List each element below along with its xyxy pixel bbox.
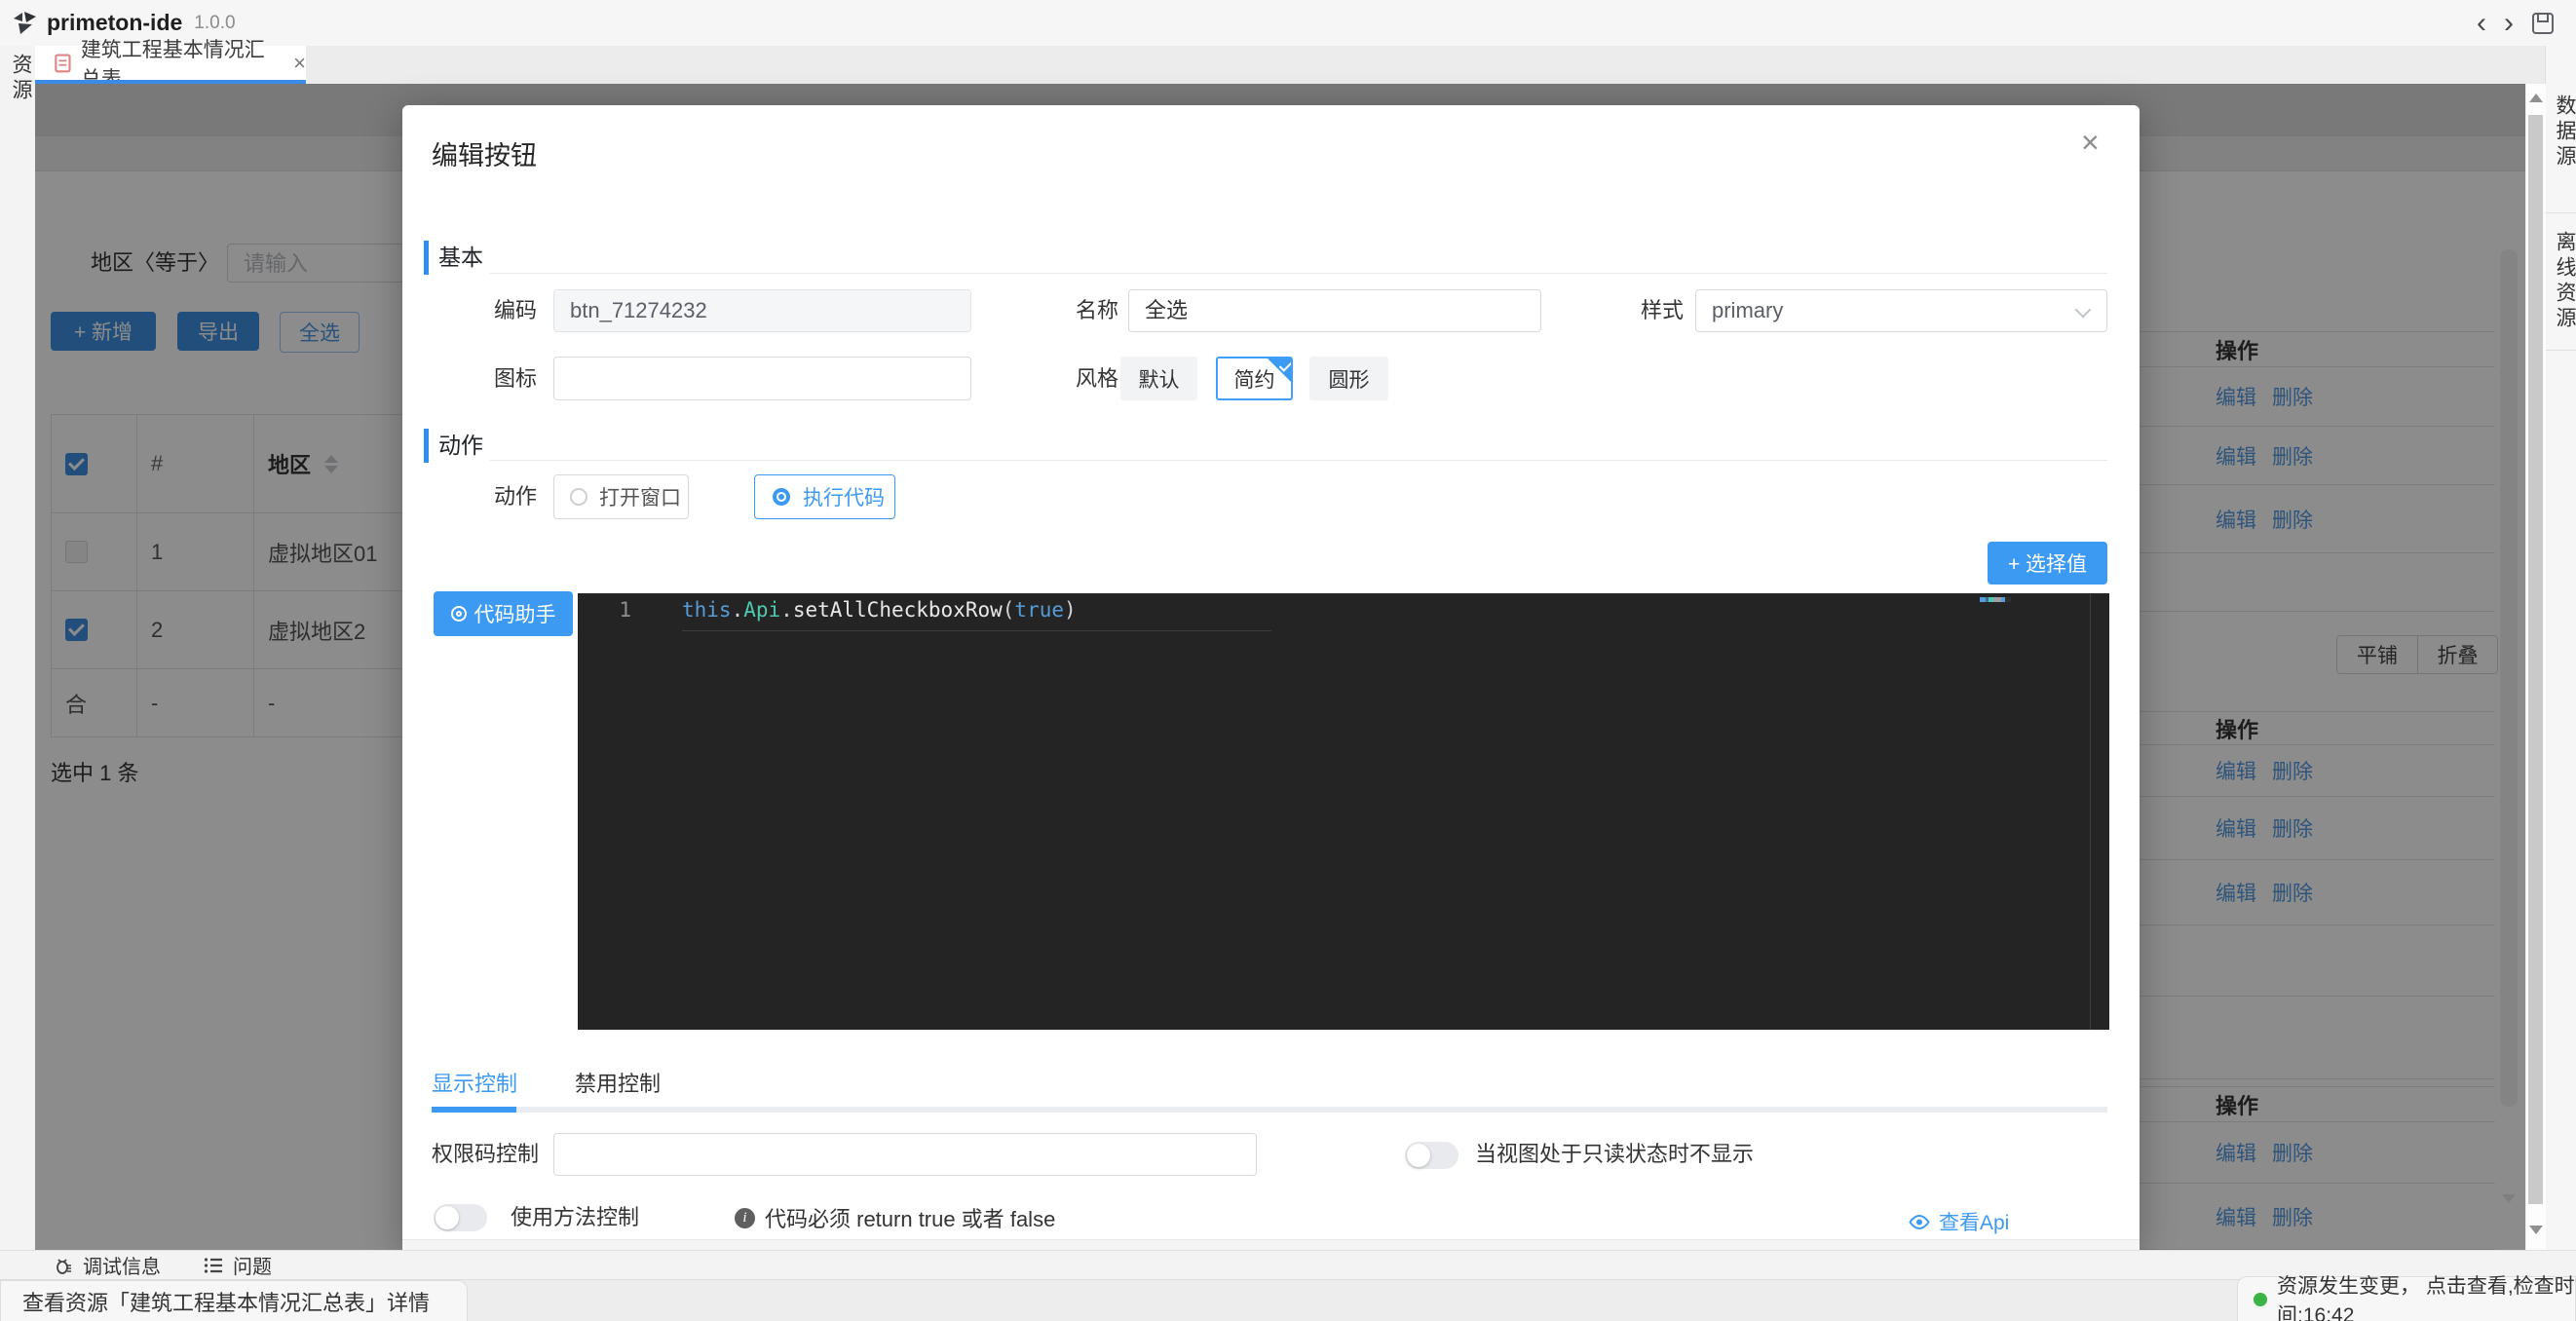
section-action: 动作: [438, 429, 483, 463]
modal-close-icon[interactable]: ×: [2081, 127, 2100, 158]
right-rail-offline-resources[interactable]: 离线资源: [2550, 231, 2576, 332]
titlebar: primeton-ide 1.0.0 ‹ ›: [0, 0, 2576, 47]
modal-footer-strip: [402, 1240, 2140, 1250]
action-label: 动作: [422, 474, 537, 519]
action-option-run-code[interactable]: 执行代码: [754, 474, 895, 519]
status-bar: 查看资源「建筑工程基本情况汇总表」详情 资源发生变更， 点击查看,检查时间:16…: [0, 1279, 2576, 1321]
rail-divider: [2546, 350, 2576, 351]
problems-item[interactable]: 问题: [204, 1251, 272, 1279]
pick-value-button[interactable]: + 选择值: [1988, 542, 2107, 585]
app-name: primeton-ide: [47, 10, 182, 36]
assistant-circle-icon: [451, 606, 467, 622]
tab-report[interactable]: 建筑工程基本情况汇总表 ×: [35, 46, 306, 80]
section-accent-bar: [424, 429, 429, 463]
tab-close-icon[interactable]: ×: [293, 51, 306, 76]
action-option-open-window[interactable]: 打开窗口: [553, 474, 689, 519]
left-rail: 资源: [0, 46, 36, 1250]
code-label: 编码: [422, 289, 537, 332]
main-scrollbar[interactable]: [2525, 84, 2546, 1250]
status-green-dot: [2254, 1293, 2267, 1306]
app-logo-icon: [12, 10, 39, 37]
readonly-toggle-label: 当视图处于只读状态时不显示: [1475, 1133, 1754, 1176]
icon-label: 图标: [422, 357, 537, 400]
minimap-divider: [2090, 593, 2091, 1030]
method-toggle[interactable]: [434, 1204, 487, 1231]
method-toggle-label: 使用方法控制: [511, 1204, 639, 1231]
debug-bug-icon: [54, 1256, 73, 1275]
problems-list-icon: [204, 1257, 223, 1274]
section-accent-bar: [424, 241, 429, 275]
scrollbar-thumb[interactable]: [2528, 115, 2543, 1204]
perm-input[interactable]: [553, 1133, 1257, 1176]
style-label: 样式: [1581, 289, 1684, 332]
status-left-text: 查看资源「建筑工程基本情况汇总表」详情: [22, 1286, 430, 1317]
readonly-toggle[interactable]: [1405, 1142, 1458, 1169]
forward-icon[interactable]: ›: [2504, 9, 2514, 38]
method-hint: i 代码必须 return true 或者 false: [735, 1204, 1055, 1231]
back-icon[interactable]: ‹: [2477, 9, 2486, 38]
app-version: 1.0.0: [194, 13, 235, 34]
save-icon[interactable]: [2531, 12, 2555, 35]
eye-icon: [1908, 1214, 1931, 1230]
scroll-down-icon[interactable]: [2529, 1226, 2543, 1234]
code-assistant-button[interactable]: 代码助手: [434, 591, 573, 636]
left-rail-resources[interactable]: 资源: [6, 54, 35, 104]
line-number: 1: [578, 598, 631, 622]
style-select[interactable]: primary: [1695, 289, 2107, 332]
minimap[interactable]: [1980, 597, 2011, 602]
view-api-link[interactable]: 查看Api: [1908, 1207, 2009, 1236]
scroll-up-icon[interactable]: [2529, 94, 2543, 102]
name-label: 名称: [1016, 289, 1118, 332]
radio-icon: [570, 488, 587, 506]
right-rail-datasource[interactable]: 数据源: [2550, 94, 2576, 170]
info-icon: i: [735, 1208, 755, 1228]
tabstrip: 建筑工程基本情况汇总表 ×: [35, 46, 2545, 84]
tab-track: [432, 1107, 2107, 1113]
section-divider: [490, 273, 2107, 274]
name-input[interactable]: 全选: [1128, 289, 1541, 332]
perm-label: 权限码控制: [432, 1133, 539, 1176]
edit-button-modal: 编辑按钮 × 基本 编码 btn_71274232 名称 全选 样式 prima…: [402, 105, 2140, 1250]
radio-checked-icon: [773, 488, 790, 506]
tab-active-segment: [432, 1107, 516, 1113]
report-doc-icon: [55, 52, 71, 74]
rail-divider: [2546, 212, 2576, 213]
resource-change-toast[interactable]: 资源发生变更， 点击查看,检查时间:16:42: [2237, 1276, 2576, 1321]
debug-bar: 调试信息 问题: [0, 1250, 2576, 1279]
right-rail: 数据源 离线资源: [2545, 46, 2576, 1250]
section-basic: 基本: [438, 241, 483, 275]
debug-info-item[interactable]: 调试信息: [54, 1251, 161, 1279]
app-window: primeton-ide 1.0.0 ‹ › 资源 数据源 离线资源 建筑工程基…: [0, 0, 2576, 1321]
current-line-underline: [682, 630, 1271, 631]
section-divider: [490, 460, 2107, 461]
icon-input[interactable]: [553, 357, 971, 400]
shape-option-simple[interactable]: 简约: [1216, 357, 1293, 400]
tab-display-control[interactable]: 显示控制: [432, 1065, 517, 1104]
status-left-chip: 查看资源「建筑工程基本情况汇总表」详情: [0, 1280, 468, 1321]
status-right-text: 资源发生变更， 点击查看,检查时间:16:42: [2277, 1270, 2575, 1321]
code-editor[interactable]: 1 this.Api.setAllCheckboxRow(true): [578, 593, 2109, 1030]
modal-title: 编辑按钮: [432, 134, 537, 172]
shape-option-default[interactable]: 默认: [1120, 357, 1197, 400]
shape-option-round[interactable]: 圆形: [1309, 357, 1388, 400]
tab-disable-control[interactable]: 禁用控制: [575, 1065, 661, 1104]
code-input[interactable]: btn_71274232: [553, 289, 971, 332]
chevron-down-icon: [2075, 302, 2092, 319]
code-line: this.Api.setAllCheckboxRow(true): [682, 598, 1077, 622]
shape-label: 风格: [1016, 357, 1118, 400]
